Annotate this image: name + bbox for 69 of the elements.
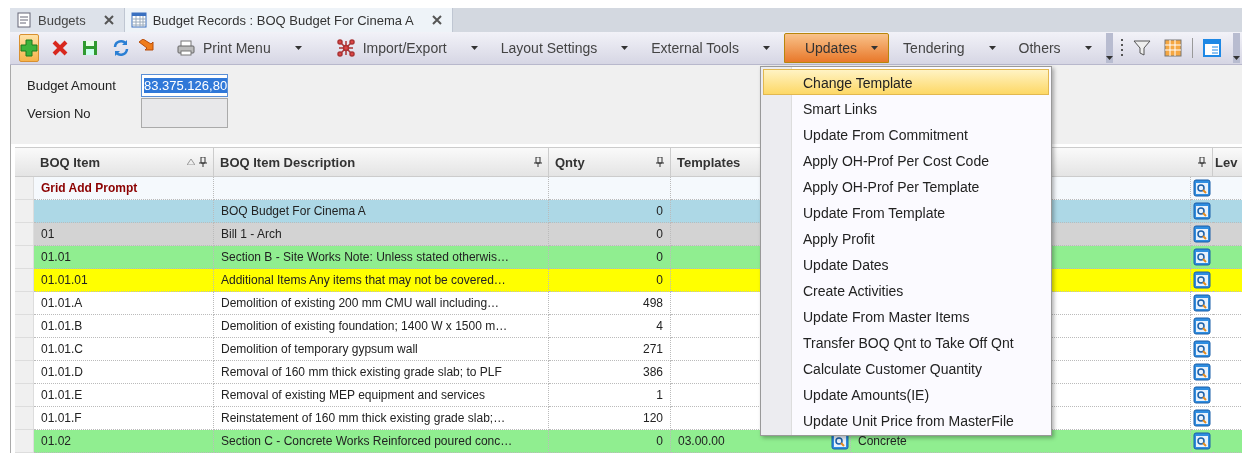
lookup-icon[interactable] [1193, 271, 1211, 289]
menu-item[interactable]: Update Amounts(IE) [763, 381, 1049, 407]
column-header[interactable]: Qnty [549, 148, 671, 176]
window-icon [1202, 39, 1221, 57]
menu-item[interactable]: Apply OH-Prof Per Cost Code [763, 147, 1049, 173]
column-header[interactable]: BOQ Item Description [214, 148, 549, 176]
lookup-icon[interactable] [1193, 225, 1211, 243]
refresh-icon [112, 39, 130, 57]
lookup-icon[interactable] [1193, 179, 1211, 197]
grid-icon [1163, 39, 1182, 57]
table-cell: 01.02 [34, 430, 214, 453]
toolbar-menu-button[interactable]: External Tools [642, 33, 779, 63]
lookup-icon[interactable] [1193, 248, 1211, 266]
document-icon [16, 12, 32, 28]
lookup-icon[interactable] [1193, 363, 1211, 381]
toolbar-menu-button[interactable]: Updates [783, 33, 890, 63]
menu-item[interactable]: Update Unit Price from MasterFile [763, 407, 1049, 433]
column-header[interactable]: BOQ Item [34, 148, 214, 176]
menu-item[interactable]: Update From Commitment [763, 121, 1049, 147]
close-icon[interactable] [431, 15, 442, 25]
plus-icon [20, 39, 38, 57]
toolbar-menu-button[interactable]: Layout Settings [491, 33, 638, 63]
field-label: Version No [27, 105, 92, 121]
pin-icon[interactable] [199, 157, 207, 167]
lookup-icon[interactable] [1193, 432, 1211, 450]
field-label: Budget Amount [27, 78, 117, 93]
input-field[interactable]: 83.375.126,80 [141, 74, 228, 97]
lookup-icon[interactable] [1193, 202, 1211, 220]
caret-icon [1084, 46, 1092, 50]
menu-item[interactable]: Change Template [763, 69, 1049, 95]
table-cell: 0 [549, 430, 671, 453]
document-tab[interactable]: Budgets [10, 8, 125, 32]
toolbar-menu-button[interactable]: Others [1009, 33, 1101, 63]
pin-icon[interactable] [534, 157, 542, 167]
network-icon [336, 39, 355, 57]
lookup-icon[interactable] [1193, 409, 1211, 427]
overflow-button[interactable] [1232, 33, 1240, 63]
document-tab[interactable]: Budget Records : BOQ Budget For Cinema A [124, 8, 453, 32]
filter-icon [1132, 39, 1151, 57]
caret-icon [470, 46, 478, 50]
pin-icon[interactable] [1198, 157, 1206, 167]
caret-icon [988, 46, 996, 50]
add-button[interactable] [19, 34, 39, 62]
table-icon [130, 12, 147, 28]
overflow-button[interactable] [1105, 33, 1113, 63]
caret-icon [1232, 56, 1240, 60]
grip-icon[interactable] [1120, 37, 1124, 59]
menu-item[interactable]: Smart Links [763, 95, 1049, 121]
toolbar-menu-button[interactable]: Print Menu [168, 33, 311, 63]
toolbar-menu-button[interactable]: Tendering [894, 33, 1005, 63]
lookup-icon[interactable] [1193, 317, 1211, 335]
close-icon[interactable] [103, 15, 114, 25]
lookup-icon[interactable] [1193, 386, 1211, 404]
table-cell: Section C - Concrete Works Reinforced poured conc… [214, 430, 549, 453]
caret-icon [871, 46, 879, 50]
toolbar-menu-button[interactable]: Import/Export [327, 33, 487, 63]
caret-icon [294, 46, 302, 50]
table-row[interactable]: 01.02 Section C - Concrete Works Reinforced poured conc… 0 03.00.00 Concrete [15, 430, 1242, 453]
caret-icon [621, 46, 629, 50]
sort-icon [187, 159, 195, 165]
caret-icon [1105, 56, 1113, 60]
lookup-icon[interactable] [1193, 294, 1211, 312]
delete-icon [52, 40, 68, 56]
printer-icon [177, 40, 195, 56]
pin-icon[interactable] [656, 157, 664, 167]
column-header[interactable]: Lev [1213, 148, 1242, 176]
menu-item[interactable]: Update From Template [763, 199, 1049, 225]
lookup-icon[interactable] [1193, 340, 1211, 358]
caret-icon [762, 46, 770, 50]
